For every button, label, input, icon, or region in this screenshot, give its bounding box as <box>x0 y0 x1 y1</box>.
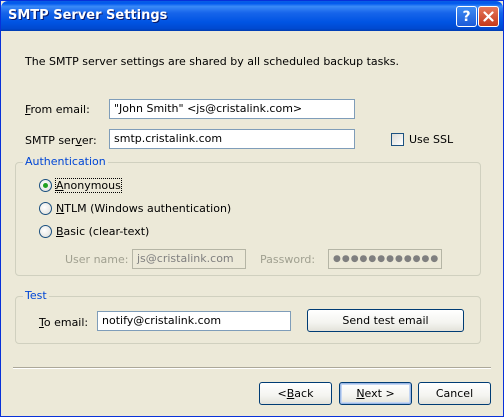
close-icon <box>483 11 494 22</box>
help-button[interactable]: ? <box>456 6 477 27</box>
back-button[interactable]: < Back <box>259 382 332 405</box>
to-email-label: To email: <box>39 316 89 329</box>
from-email-field[interactable]: "John Smith" <js@cristalink.com> <box>109 99 355 119</box>
window-title: SMTP Server Settings <box>8 8 168 23</box>
username-field[interactable]: js@cristalink.com <box>132 249 246 269</box>
smtp-server-label: SMTP server: <box>25 134 97 147</box>
password-label: Password: <box>260 253 316 266</box>
password-field[interactable]: ●●●●●●●●●●●● <box>328 249 442 269</box>
radio-basic-label[interactable]: Basic (clear-text) <box>56 225 149 238</box>
radio-ntlm-label[interactable]: NTLM (Windows authentication) <box>56 202 231 215</box>
use-ssl-label[interactable]: Use SSL <box>409 133 453 146</box>
from-email-label: From email: <box>25 103 90 116</box>
intro-text: The SMTP server settings are shared by a… <box>25 55 399 68</box>
help-icon: ? <box>462 8 471 25</box>
radio-ntlm[interactable] <box>39 202 52 215</box>
next-button[interactable]: Next > <box>339 382 412 405</box>
bottom-separator <box>13 367 491 369</box>
radio-anonymous[interactable] <box>39 179 52 192</box>
radio-anonymous-label[interactable]: Anonymous <box>55 178 122 193</box>
dialog-window: SMTP Server Settings ? The SMTP server s… <box>0 0 504 417</box>
send-test-email-button[interactable]: Send test email <box>307 309 464 332</box>
radio-basic[interactable] <box>39 225 52 238</box>
close-button[interactable] <box>478 6 499 27</box>
use-ssl-checkbox[interactable] <box>391 133 404 146</box>
test-group-label: Test <box>23 289 49 302</box>
smtp-server-field[interactable]: smtp.cristalink.com <box>109 129 355 149</box>
cancel-button[interactable]: Cancel <box>418 382 491 405</box>
username-label: User name: <box>65 253 129 266</box>
authentication-group-label: Authentication <box>23 155 108 168</box>
to-email-field[interactable]: notify@cristalink.com <box>97 311 291 331</box>
title-bar[interactable]: SMTP Server Settings ? <box>1 1 503 31</box>
dialog-body: The SMTP server settings are shared by a… <box>5 31 499 413</box>
